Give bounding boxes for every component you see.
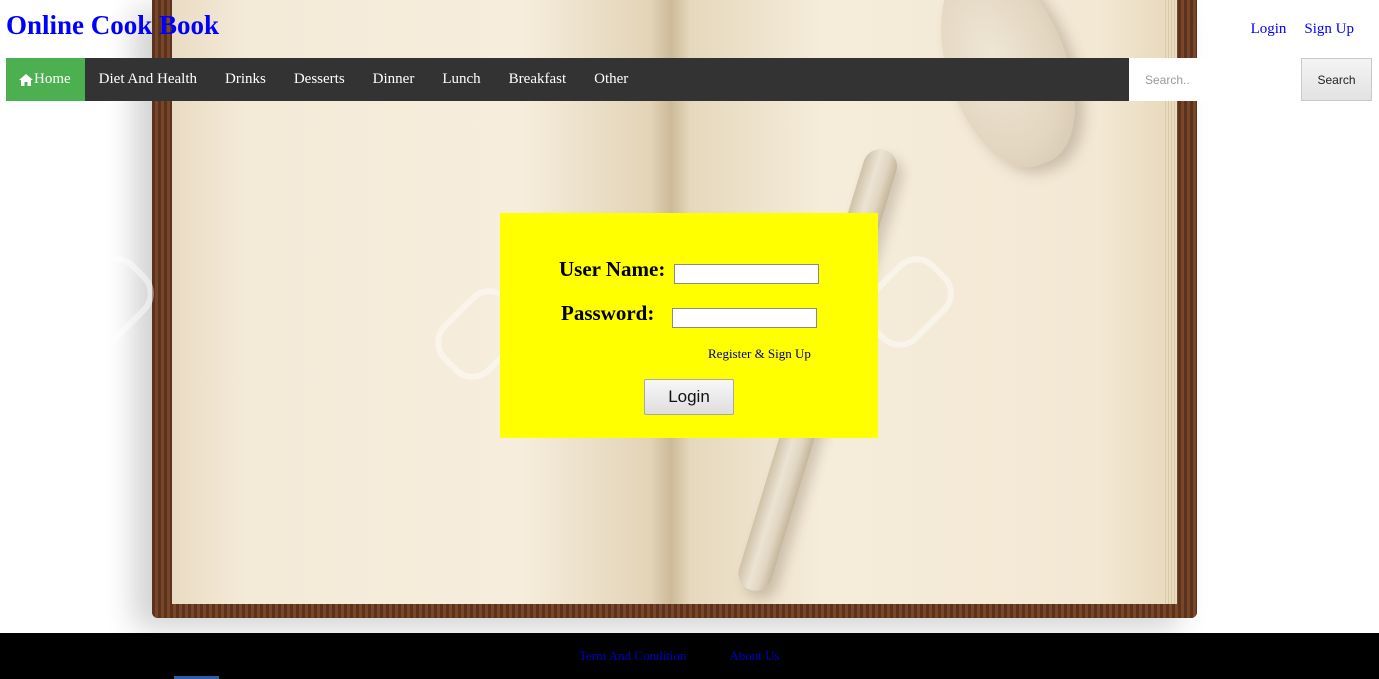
nav-item-home[interactable]: Home: [6, 58, 85, 101]
site-title: Online Cook Book: [6, 10, 220, 40]
search-button[interactable]: Search: [1301, 58, 1372, 101]
nav-item-label: Home: [34, 71, 71, 87]
nav-item-diet-and-health[interactable]: Diet And Health: [85, 58, 211, 101]
login-link[interactable]: Login: [1251, 21, 1287, 38]
watermark-ring: [51, 245, 165, 359]
about-us-link[interactable]: About Us: [729, 648, 779, 664]
register-signup-link[interactable]: Register & Sign Up: [708, 346, 811, 362]
login-button[interactable]: Login: [644, 379, 734, 415]
username-field[interactable]: [674, 264, 819, 284]
page: Online Cook Book Login Sign Up Home Diet…: [0, 0, 1379, 679]
password-label: Password:: [561, 301, 655, 325]
main-navbar: Home Diet And Health Drinks Desserts Din…: [6, 58, 1372, 101]
footer-links: Term And Condition About Us: [579, 648, 780, 664]
nav-item-drinks[interactable]: Drinks: [211, 58, 280, 101]
account-links: Login Sign Up: [1251, 21, 1354, 38]
footer: Term And Condition About Us: [0, 633, 1379, 679]
nav-item-lunch[interactable]: Lunch: [428, 58, 494, 101]
nav-item-dinner[interactable]: Dinner: [359, 58, 429, 101]
nav-item-other[interactable]: Other: [580, 58, 642, 101]
watermark-ring: [1201, 277, 1315, 391]
nav-item-breakfast[interactable]: Breakfast: [495, 58, 580, 101]
username-label: User Name:: [559, 257, 666, 281]
login-form: User Name: Password: Register & Sign Up …: [500, 213, 878, 438]
search-bar: Search: [1129, 58, 1372, 101]
terms-and-condition-link[interactable]: Term And Condition: [579, 648, 686, 664]
password-field[interactable]: [672, 308, 817, 328]
search-input[interactable]: [1129, 58, 1301, 101]
home-icon: [19, 73, 33, 86]
nav-item-desserts[interactable]: Desserts: [280, 58, 359, 101]
signup-link[interactable]: Sign Up: [1304, 21, 1354, 38]
